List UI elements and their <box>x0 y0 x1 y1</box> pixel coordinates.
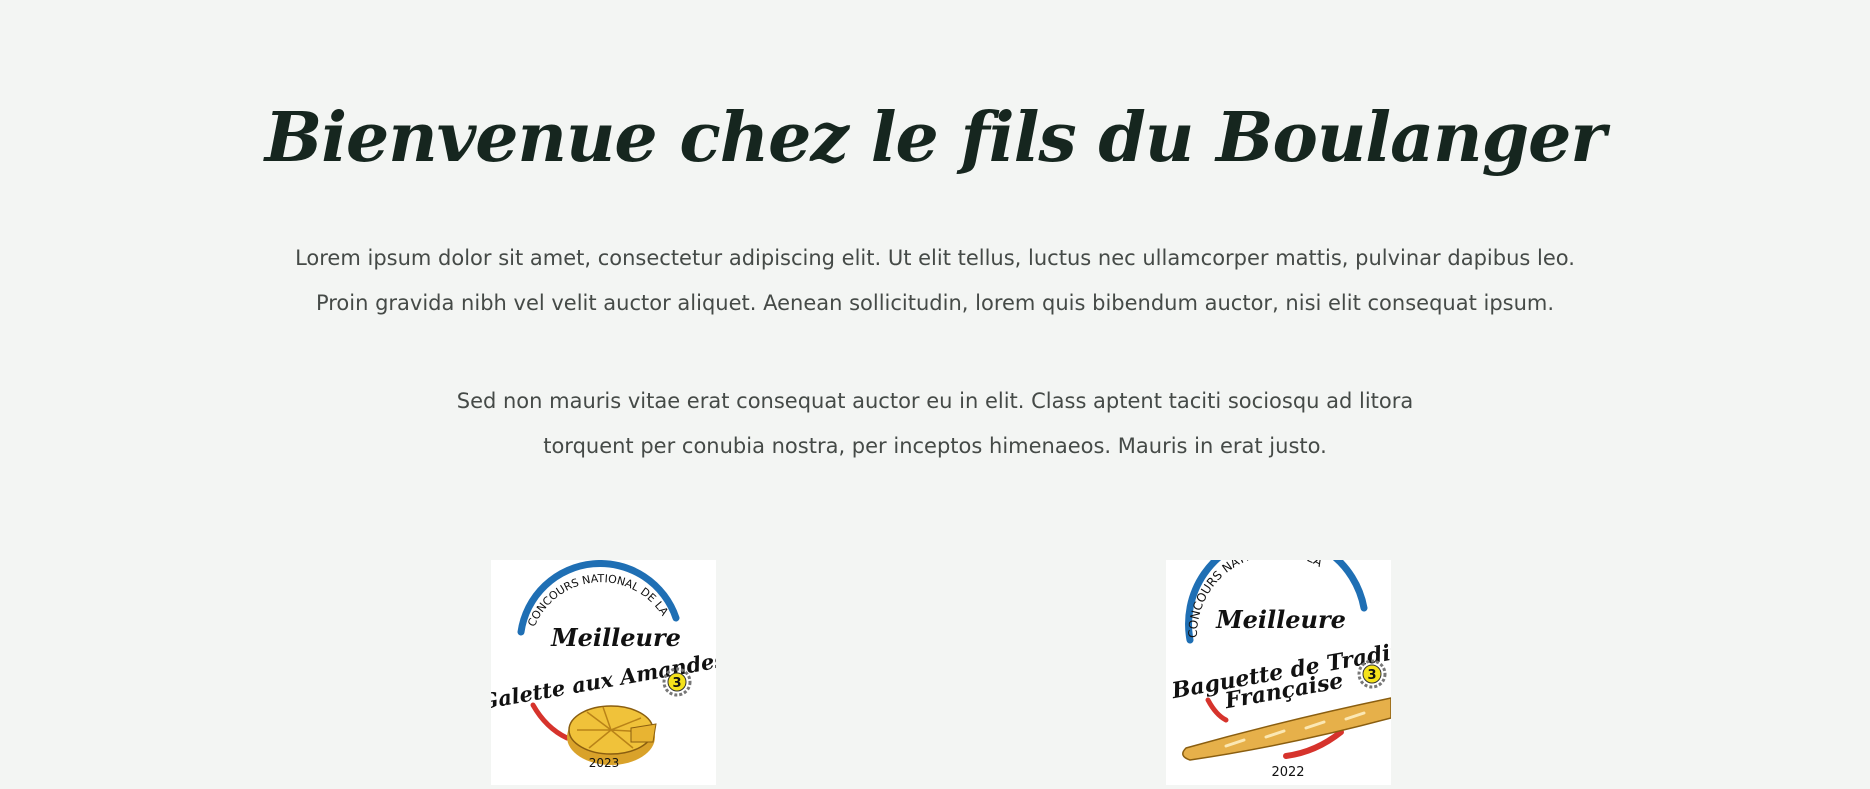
page: Bienvenue chez le fils du Boulanger Lore… <box>0 0 1870 789</box>
red-swoosh-icon <box>1205 697 1229 723</box>
secondary-paragraph: Sed non mauris vitae erat consequat auct… <box>0 379 1870 469</box>
award-line1: Meilleure <box>1215 605 1346 634</box>
intro-paragraph-line: Proin gravida nibh vel velit auctor aliq… <box>315 291 1555 315</box>
intro-paragraph: Lorem ipsum dolor sit amet, consectetur … <box>0 236 1870 326</box>
award-rank: 3 <box>1367 668 1376 683</box>
award-rank: 3 <box>672 676 681 691</box>
laurel-rank-icon: 3 <box>1357 659 1387 689</box>
laurel-rank-icon: 3 <box>662 667 692 697</box>
page-title: Bienvenue chez le fils du Boulanger <box>264 98 1607 178</box>
red-swoosh-icon <box>530 702 570 741</box>
award-year: 2023 <box>589 756 620 770</box>
secondary-paragraph-line: Sed non mauris vitae erat consequat auct… <box>456 389 1414 413</box>
award-line1: Meilleure <box>550 623 681 652</box>
award-badge-baguette: CONCOURS NATIONAL DE LA Meilleure Baguet… <box>1166 560 1391 785</box>
intro-paragraph-line: Lorem ipsum dolor sit amet, consectetur … <box>295 246 1575 270</box>
award-year: 2022 <box>1271 765 1304 780</box>
secondary-paragraph-line: torquent per conubia nostra, per incepto… <box>543 434 1327 458</box>
award-badge-galette: CONCOURS NATIONAL DE LA Meilleure Galett… <box>491 560 716 785</box>
